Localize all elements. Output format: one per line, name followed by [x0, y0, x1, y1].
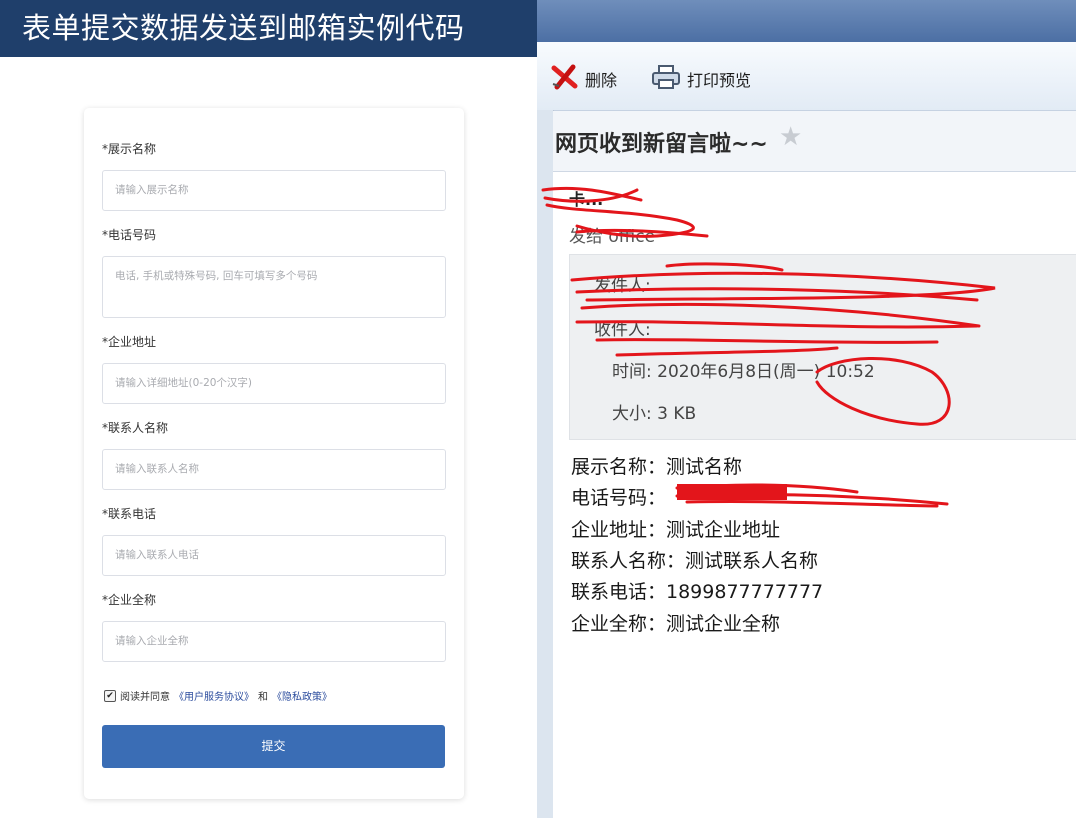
- red-x-icon: [551, 64, 579, 94]
- agree-checkbox[interactable]: ✔: [104, 689, 116, 702]
- mail-folder-pane-edge: [537, 110, 554, 818]
- recipient-line: 发给 office: [569, 227, 656, 247]
- content-line-display-name: 展示名称：测试名称: [571, 456, 743, 478]
- mail-meta-box: 发件人: 收件人: 时间: 2020年6月8日(周一) 10:52 大小: 3 …: [569, 254, 1076, 440]
- address-label: *企业地址: [102, 335, 157, 349]
- service-agreement-link[interactable]: 《用户服务协议》: [174, 688, 254, 703]
- sender-name: 卡...: [569, 190, 604, 209]
- display-name-input[interactable]: 请输入展示名称: [102, 170, 446, 211]
- delete-label: 删除: [585, 71, 618, 90]
- content-line-contact-name: 联系人名称：测试联系人名称: [571, 550, 819, 572]
- to-line: 收件人:: [594, 320, 651, 340]
- agree-middle: 和: [258, 692, 268, 703]
- contact-form: *展示名称 请输入展示名称 *电话号码 电话, 手机或特殊号码, 回车可填写多个…: [84, 108, 464, 799]
- submit-button[interactable]: 提交: [102, 725, 445, 768]
- contact-name-label: *联系人名称: [102, 421, 169, 435]
- size-line: 大小: 3 KB: [612, 404, 697, 424]
- phone-label: *电话号码: [102, 228, 157, 242]
- mail-subject-bar: 网页收到新留言啦~~ ★: [553, 111, 1076, 172]
- mail-body: 卡... 发给 office 发件人: 收件人: 时间: 2020年6月8日(周…: [553, 172, 1076, 818]
- from-line: 发件人:: [594, 276, 651, 296]
- display-name-label: *展示名称: [102, 142, 157, 156]
- mail-client-window: 删除 打印预览 网页收到新留言啦~~ ★ 卡... 发给 office 发件人:…: [537, 0, 1076, 818]
- mail-toolbar: 删除 打印预览: [537, 42, 1076, 111]
- print-preview-button[interactable]: 打印预览: [651, 64, 751, 94]
- company-name-label: *企业全称: [102, 593, 157, 607]
- time-line: 时间: 2020年6月8日(周一) 10:52: [612, 362, 875, 382]
- content-line-contact-phone: 联系电话：1899877777777: [571, 581, 824, 603]
- content-line-phone: 电话号码：: [571, 487, 667, 509]
- contact-phone-label: *联系电话: [102, 507, 157, 521]
- print-preview-label: 打印预览: [687, 71, 752, 90]
- phone-textarea[interactable]: 电话, 手机或特殊号码, 回车可填写多个号码: [102, 256, 446, 318]
- star-icon[interactable]: ★: [779, 122, 802, 152]
- agreement-row: ✔ 阅读并同意 《用户服务协议》 和 《隐私政策》: [104, 688, 332, 703]
- mail-title-bar: [537, 0, 1076, 42]
- delete-button[interactable]: 删除: [551, 64, 617, 94]
- content-line-company-name: 企业全称：测试企业全称: [571, 613, 781, 635]
- page-title-banner: 表单提交数据发送到邮箱实例代码: [0, 0, 537, 57]
- mail-subject: 网页收到新留言啦~~: [555, 132, 768, 157]
- agree-prefix: 阅读并同意: [120, 692, 170, 703]
- contact-name-input[interactable]: 请输入联系人名称: [102, 449, 446, 490]
- printer-icon: [651, 64, 681, 94]
- privacy-policy-link[interactable]: 《隐私政策》: [272, 688, 332, 703]
- address-input[interactable]: 请输入详细地址(0-20个汉字): [102, 363, 446, 404]
- company-name-input[interactable]: 请输入企业全称: [102, 621, 446, 662]
- content-line-address: 企业地址：测试企业地址: [571, 519, 781, 541]
- contact-phone-input[interactable]: 请输入联系人电话: [102, 535, 446, 576]
